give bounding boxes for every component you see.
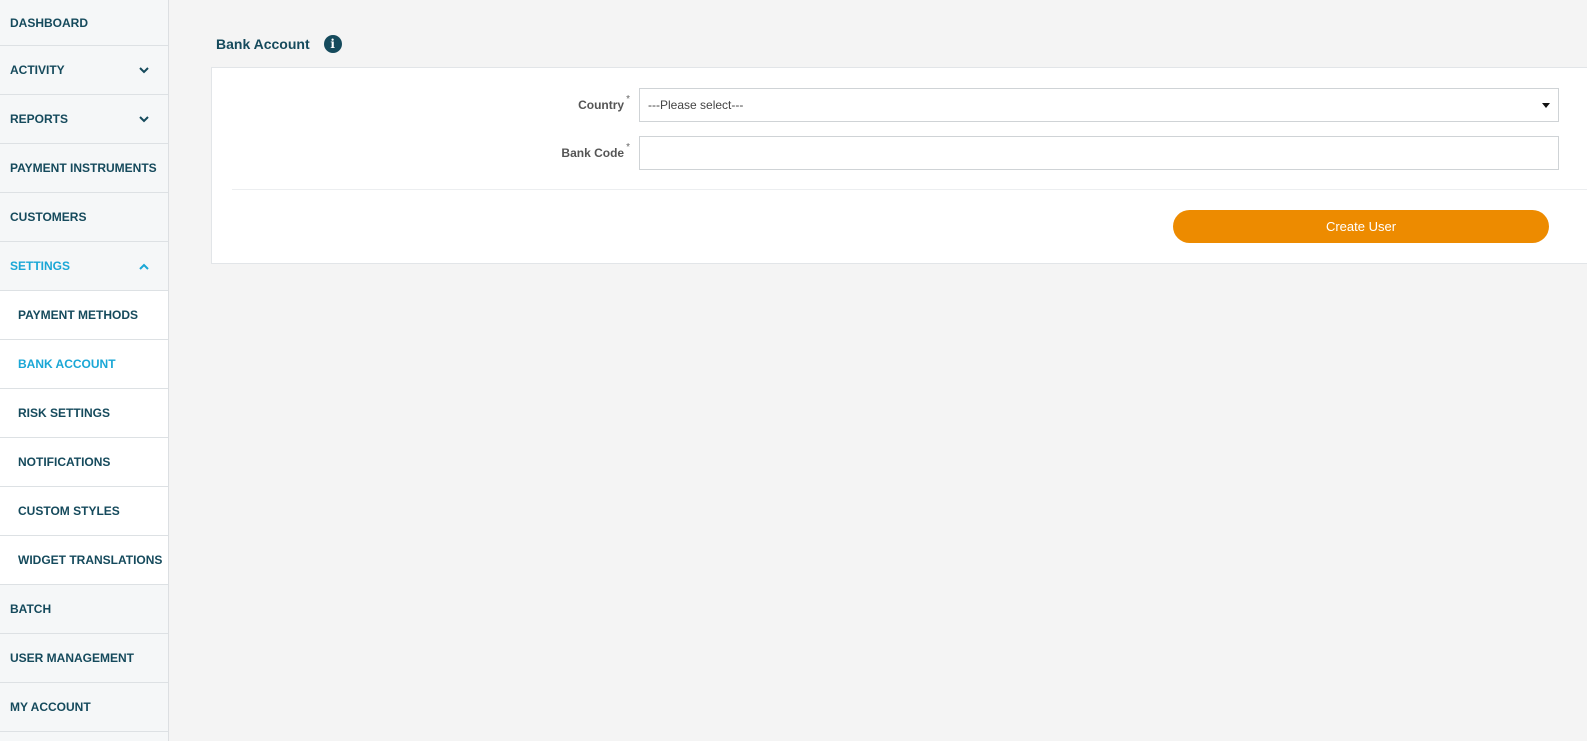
sidebar-subitem-label: RISK SETTINGS (18, 406, 111, 420)
sidebar-subitem-bank-account[interactable]: BANK ACCOUNT (0, 340, 168, 389)
country-label-text: Country (578, 98, 625, 112)
sidebar-item-batch[interactable]: BATCH (0, 585, 168, 634)
sidebar-subitem-label: NOTIFICATIONS (18, 455, 111, 469)
bank-code-row: Bank Code * (212, 136, 1587, 170)
sidebar-subitem-payment-methods[interactable]: PAYMENT METHODS (0, 291, 168, 340)
sidebar-item-label: PAYMENT INSTRUMENTS (10, 161, 157, 175)
required-mark: * (626, 142, 630, 153)
sidebar-subitem-label: PAYMENT METHODS (18, 308, 139, 322)
country-select[interactable]: ---Please select--- (639, 88, 1559, 122)
country-select-value: ---Please select--- (648, 98, 744, 112)
form-divider (232, 189, 1587, 190)
chevron-down-icon (138, 64, 150, 76)
sidebar-item-label: REPORTS (10, 112, 69, 126)
required-mark: * (626, 94, 630, 105)
create-user-button[interactable]: Create User (1173, 210, 1549, 243)
main-content: Bank Account i Country * ---Please select… (169, 0, 1587, 741)
sidebar-item-label: CUSTOMERS (10, 210, 87, 224)
page-title: Bank Account (216, 36, 310, 52)
chevron-down-icon (138, 113, 150, 125)
sidebar-item-label: ACTIVITY (10, 63, 65, 77)
info-icon[interactable]: i (323, 35, 342, 53)
country-row: Country * ---Please select--- (212, 88, 1587, 122)
sidebar-subitem-risk-settings[interactable]: RISK SETTINGS (0, 389, 168, 438)
sidebar-subitem-notifications[interactable]: NOTIFICATIONS (0, 438, 168, 487)
sidebar-item-label: DASHBOARD (10, 15, 88, 30)
sidebar-item-label: MY ACCOUNT (10, 700, 91, 714)
sidebar-item-activity[interactable]: ACTIVITY (0, 46, 168, 95)
sidebar-subitem-label: BANK ACCOUNT (18, 357, 116, 371)
bank-code-label: Bank Code * (561, 142, 630, 160)
page-header: Bank Account i (216, 35, 342, 53)
sidebar-item-dashboard[interactable]: DASHBOARD (0, 0, 168, 46)
caret-down-icon (1542, 102, 1550, 108)
sidebar-subitem-widget-translations[interactable]: WIDGET TRANSLATIONS (0, 536, 168, 585)
sidebar-item-user-management[interactable]: USER MANAGEMENT (0, 634, 168, 683)
sidebar-item-label: BATCH (10, 602, 52, 616)
sidebar-item-reports[interactable]: REPORTS (0, 95, 168, 144)
sidebar-item-label: USER MANAGEMENT (10, 651, 135, 665)
sidebar: DASHBOARD ACTIVITY REPORTS PAYMENT INSTR… (0, 0, 169, 741)
bank-code-input[interactable] (639, 136, 1559, 170)
country-label: Country * (578, 94, 630, 112)
sidebar-subitem-label: WIDGET TRANSLATIONS (18, 553, 163, 567)
bank-account-form-card: Country * ---Please select--- Bank Code * … (211, 67, 1587, 264)
sidebar-item-settings[interactable]: SETTINGS (0, 242, 168, 291)
sidebar-item-my-account[interactable]: MY ACCOUNT (0, 683, 168, 732)
sidebar-item-payment-instruments[interactable]: PAYMENT INSTRUMENTS (0, 144, 168, 193)
sidebar-subitem-label: CUSTOM STYLES (18, 504, 120, 518)
chevron-up-icon (138, 260, 150, 272)
sidebar-item-customers[interactable]: CUSTOMERS (0, 193, 168, 242)
sidebar-item-label: SETTINGS (10, 259, 71, 273)
bank-code-label-text: Bank Code (561, 146, 625, 160)
sidebar-subitem-custom-styles[interactable]: CUSTOM STYLES (0, 487, 168, 536)
